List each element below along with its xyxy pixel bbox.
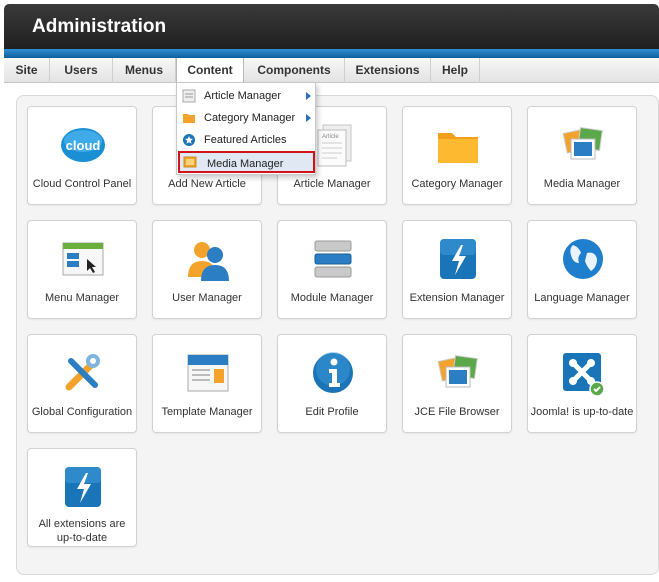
tile-label: Language Manager: [534, 292, 630, 304]
dropdown-item-label: Featured Articles: [204, 134, 287, 146]
info-icon: [313, 352, 353, 393]
tile-label: Module Manager: [290, 292, 374, 304]
svg-text:Article: Article: [322, 134, 339, 140]
dropdown-item-label: Media Manager: [207, 158, 284, 170]
menu-bar: Site Users Menus Content Components Exte…: [4, 58, 659, 85]
svg-text:cloud: cloud: [66, 138, 101, 153]
media-icon: [562, 127, 603, 160]
menu-manager-icon: [62, 242, 104, 276]
template-icon: [187, 354, 229, 392]
menu-extensions[interactable]: Extensions: [345, 58, 431, 83]
submenu-arrow-icon: [306, 92, 311, 100]
dropdown-item-label: Category Manager: [204, 112, 296, 124]
dropdown-item-article-manager[interactable]: Article Manager: [177, 85, 315, 107]
tile-label: Media Manager: [543, 178, 621, 190]
tile-extensions-status[interactable]: All extensions are up-to-date: [27, 448, 137, 547]
tile-cloud-control-panel[interactable]: cloud Cloud Control Panel: [27, 106, 137, 205]
header-stripe: [4, 49, 659, 58]
menu-menus[interactable]: Menus: [113, 58, 176, 83]
file-browser-icon: [437, 355, 478, 388]
tile-edit-profile[interactable]: Edit Profile: [277, 334, 387, 433]
folder-icon: [183, 114, 195, 123]
tile-module-manager[interactable]: Module Manager: [277, 220, 387, 319]
tile-category-manager[interactable]: Category Manager: [402, 106, 512, 205]
tile-label: Category Manager: [411, 178, 503, 190]
star-icon: [183, 134, 195, 146]
tile-label: Extension Manager: [409, 292, 505, 304]
tile-label: Menu Manager: [45, 292, 119, 304]
tile-joomla-status[interactable]: Joomla! is up-to-date: [527, 334, 637, 433]
page-title: Administration: [32, 16, 167, 37]
content-dropdown-menu: Article Manager Category Manager Feature…: [176, 82, 316, 175]
lightning-icon: [65, 467, 101, 507]
tile-jce-file-browser[interactable]: JCE File Browser: [402, 334, 512, 433]
tile-template-manager[interactable]: Template Manager: [152, 334, 262, 433]
tile-label: All extensions are up-to-date: [38, 518, 126, 544]
tools-icon: [65, 354, 100, 391]
globe-icon: [563, 239, 603, 279]
dropdown-item-featured-articles[interactable]: Featured Articles: [177, 129, 315, 151]
menu-components[interactable]: Components: [244, 58, 345, 83]
lightning-icon: [440, 239, 476, 279]
tile-label: Global Configuration: [31, 406, 133, 418]
tile-label: Edit Profile: [305, 406, 359, 418]
article-manager-icon: Article: [317, 124, 352, 167]
folder-icon: [438, 133, 478, 163]
article-icon: [182, 89, 196, 103]
tile-label: Joomla! is up-to-date: [530, 406, 634, 418]
dropdown-item-category-manager[interactable]: Category Manager: [177, 107, 315, 129]
cloud-icon: cloud: [61, 128, 105, 162]
tile-label: Template Manager: [161, 406, 253, 418]
submenu-arrow-icon: [306, 114, 311, 122]
dropdown-item-media-manager[interactable]: Media Manager: [178, 151, 315, 173]
menu-help[interactable]: Help: [431, 58, 480, 83]
menu-site[interactable]: Site: [4, 58, 50, 83]
tile-user-manager[interactable]: User Manager: [152, 220, 262, 319]
menu-users[interactable]: Users: [50, 58, 113, 83]
joomla-icon: [563, 353, 605, 397]
tile-label: Article Manager: [293, 178, 371, 190]
tile-label: User Manager: [172, 292, 242, 304]
tile-language-manager[interactable]: Language Manager: [527, 220, 637, 319]
tile-label: Add New Article: [168, 178, 246, 190]
control-panel: cloud Cloud Control Panel Add New Articl…: [16, 95, 659, 575]
menu-content[interactable]: Content: [176, 58, 244, 85]
tile-label: JCE File Browser: [414, 406, 500, 418]
tile-global-configuration[interactable]: Global Configuration: [27, 334, 137, 433]
dropdown-item-label: Article Manager: [204, 90, 282, 102]
tile-media-manager[interactable]: Media Manager: [527, 106, 637, 205]
users-icon: [188, 242, 229, 281]
tile-menu-manager[interactable]: Menu Manager: [27, 220, 137, 319]
tile-label: Cloud Control Panel: [32, 178, 132, 190]
media-icon: [183, 156, 197, 168]
module-icon: [314, 240, 352, 278]
tile-extension-manager[interactable]: Extension Manager: [402, 220, 512, 319]
